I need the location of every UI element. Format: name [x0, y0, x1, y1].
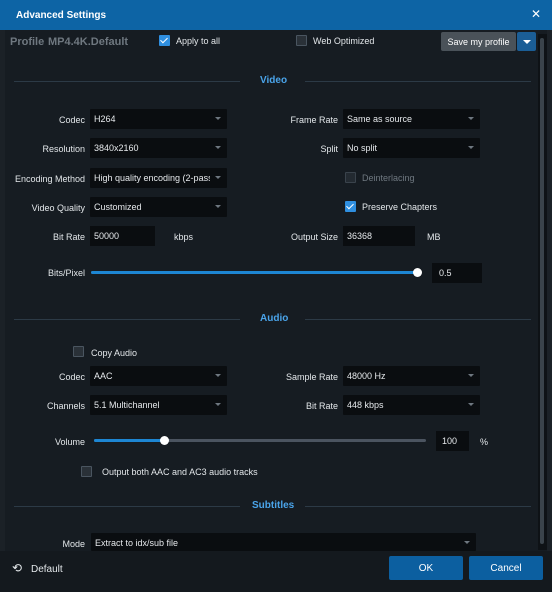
video-quality-dropdown[interactable]: Customized [90, 197, 227, 217]
channels-value: 5.1 Multichannel [94, 400, 160, 410]
bits-pixel-slider-knob[interactable] [413, 268, 422, 277]
chevron-down-icon [215, 146, 221, 149]
save-profile-label: Save my profile [447, 37, 510, 47]
audio-bitrate-dropdown[interactable]: 448 kbps [343, 395, 480, 415]
audio-bitrate-value: 448 kbps [347, 400, 384, 410]
subtitle-mode-dropdown[interactable]: Extract to idx/sub file [91, 533, 476, 551]
deinterlacing-label: Deinterlacing [362, 173, 415, 183]
divider [305, 506, 531, 507]
chevron-down-icon [523, 40, 531, 44]
scrollbar-thumb[interactable] [540, 38, 544, 544]
chevron-down-icon [468, 117, 474, 120]
video-quality-label: Video Quality [31, 203, 85, 213]
ok-label: OK [418, 563, 434, 574]
chevron-down-icon [215, 176, 221, 179]
video-codec-dropdown[interactable]: H264 [90, 109, 227, 129]
split-label: Split [320, 144, 338, 154]
subtitle-mode-label: Mode [62, 539, 85, 549]
sample-rate-label: Sample Rate [285, 372, 338, 382]
bits-pixel-label: Bits/Pixel [47, 268, 85, 278]
audio-codec-label: Codec [58, 372, 85, 382]
output-size-value: 36368 [347, 231, 373, 241]
chevron-down-icon [215, 403, 221, 406]
divider [305, 319, 531, 320]
output-size-input[interactable]: 36368 [343, 226, 415, 246]
encoding-method-label: Encoding Method [14, 174, 85, 184]
divider [14, 81, 240, 82]
preserve-chapters-label: Preserve Chapters [362, 202, 438, 212]
volume-slider-knob[interactable] [160, 436, 169, 445]
frame-rate-label: Frame Rate [290, 115, 338, 125]
volume-label: Volume [54, 437, 85, 447]
apply-to-all-checkbox[interactable] [159, 35, 170, 46]
save-profile-button[interactable]: Save my profile [441, 32, 516, 51]
audio-section-title: Audio [260, 313, 289, 324]
resolution-dropdown[interactable]: 3840x2160 [90, 138, 227, 158]
output-both-tracks-checkbox[interactable] [81, 466, 92, 477]
split-dropdown[interactable]: No split [343, 138, 480, 158]
profile-name: MP4.4K.Default [48, 36, 129, 48]
audio-codec-value: AAC [94, 371, 113, 381]
divider [14, 506, 240, 507]
copy-audio-checkbox[interactable] [73, 346, 84, 357]
encoding-method-value: High quality encoding (2-pass) [94, 173, 210, 183]
volume-input[interactable]: 100 [436, 431, 469, 451]
output-both-tracks-label: Output both AAC and AC3 audio tracks [102, 467, 258, 477]
sample-rate-value: 48000 Hz [347, 371, 386, 381]
window-title: Advanced Settings [16, 10, 107, 21]
subtitles-section-title: Subtitles [252, 500, 295, 511]
bits-pixel-input[interactable]: 0.5 [432, 263, 482, 283]
preserve-chapters-checkbox[interactable] [345, 201, 356, 212]
chevron-down-icon [468, 146, 474, 149]
video-section-title: Video [260, 75, 288, 86]
web-optimized-label: Web Optimized [313, 36, 375, 46]
subtitle-mode-value: Extract to idx/sub file [95, 538, 179, 548]
save-profile-dropdown[interactable] [517, 32, 536, 51]
sample-rate-dropdown[interactable]: 48000 Hz [343, 366, 480, 386]
chevron-down-icon [215, 205, 221, 208]
bits-pixel-value: 0.5 [439, 268, 452, 278]
encoding-method-dropdown[interactable]: High quality encoding (2-pass) [90, 168, 227, 188]
frame-rate-dropdown[interactable]: Same as source [343, 109, 480, 129]
deinterlacing-checkbox[interactable] [345, 172, 356, 183]
video-quality-value: Customized [94, 202, 142, 212]
video-bitrate-value: 50000 [94, 231, 120, 241]
divider [14, 319, 240, 320]
video-bitrate-input[interactable]: 50000 [90, 226, 155, 246]
volume-unit: % [480, 437, 489, 447]
frame-rate-value: Same as source [347, 114, 413, 124]
output-size-label: Output Size [290, 232, 338, 242]
volume-value: 100 [442, 436, 458, 446]
audio-codec-dropdown[interactable]: AAC [90, 366, 227, 386]
channels-label: Channels [46, 401, 85, 411]
channels-dropdown[interactable]: 5.1 Multichannel [90, 395, 227, 415]
profile-label: Profile [10, 36, 45, 48]
cancel-label: Cancel [490, 563, 522, 574]
ok-button[interactable]: OK [389, 556, 463, 580]
video-codec-value: H264 [94, 114, 116, 124]
divider [305, 81, 531, 82]
apply-to-all-label: Apply to all [176, 36, 221, 46]
web-optimized-checkbox[interactable] [296, 35, 307, 46]
chevron-down-icon [215, 374, 221, 377]
chevron-down-icon [468, 403, 474, 406]
default-button[interactable]: Default [31, 564, 63, 575]
volume-slider-fill [94, 439, 164, 442]
resolution-label: Resolution [42, 144, 85, 154]
resolution-value: 3840x2160 [94, 143, 139, 153]
audio-bitrate-label: Bit Rate [305, 401, 338, 411]
copy-audio-label: Copy Audio [91, 348, 138, 358]
output-size-unit: MB [427, 232, 441, 242]
close-icon[interactable]: ✕ [528, 6, 544, 22]
cancel-button[interactable]: Cancel [469, 556, 543, 580]
video-bitrate-label: Bit Rate [52, 232, 85, 242]
chevron-down-icon [464, 541, 470, 544]
reset-icon[interactable]: ⟲ [12, 561, 28, 575]
bits-pixel-slider-fill [91, 271, 417, 274]
video-codec-label: Codec [58, 115, 85, 125]
split-value: No split [347, 143, 378, 153]
video-bitrate-unit: kbps [174, 232, 194, 242]
chevron-down-icon [468, 374, 474, 377]
chevron-down-icon [215, 117, 221, 120]
